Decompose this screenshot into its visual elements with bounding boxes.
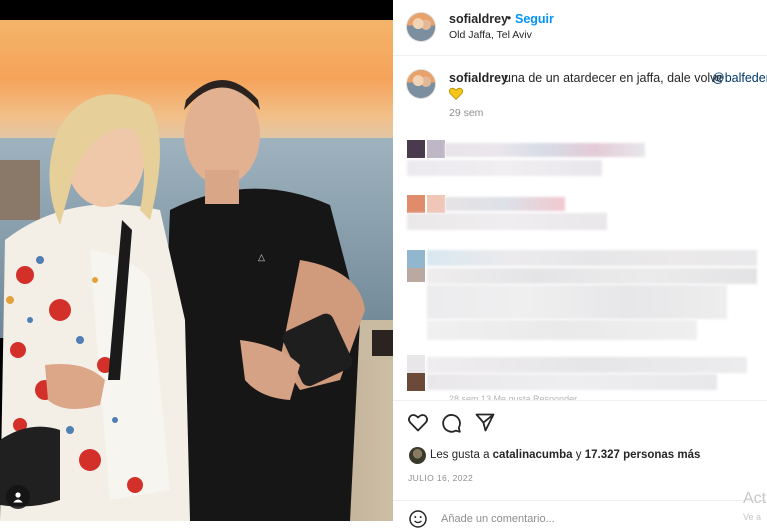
post-header: sofialdrey • Seguir Old Jaffa, Tel Aviv [393, 0, 767, 56]
pixel-block [407, 268, 425, 282]
pixelated-comment-text [427, 268, 757, 284]
comment-input[interactable]: Añade un comentario... [441, 513, 555, 525]
post-photo-pane: △ [0, 0, 393, 521]
pixelated-comment-text [427, 250, 757, 266]
caption-avatar[interactable] [407, 70, 435, 98]
svg-text:△: △ [258, 252, 265, 262]
comment-avatar[interactable] [407, 140, 425, 158]
pixelated-comment-text [445, 143, 645, 157]
author-username[interactable]: sofialdrey [449, 12, 508, 26]
comment-avatar[interactable] [407, 373, 425, 391]
post-side-panel: sofialdrey • Seguir Old Jaffa, Tel Aviv … [393, 0, 767, 528]
pixel-block [427, 140, 445, 158]
heart-icon[interactable] [408, 413, 428, 432]
post-photo-image: △ [0, 20, 393, 521]
follow-button[interactable]: Seguir [515, 12, 554, 26]
emoji-icon[interactable] [409, 510, 427, 528]
post-actions: Les gusta a catalinacumba y 17.327 perso… [393, 400, 767, 501]
comment-meta-partial: 28 sem 13 Me gusta Responder [449, 394, 578, 400]
comment-input-bar: Añade un comentario... Act Ve a [393, 490, 767, 528]
pixelated-comment-text [427, 357, 747, 373]
liker-username[interactable]: catalinacumba [493, 449, 573, 461]
likes-middle: y [572, 449, 585, 461]
liker-avatar[interactable] [409, 447, 426, 464]
pixel-block [407, 355, 425, 373]
separator-dot: • [507, 11, 512, 25]
caption-mention-link[interactable]: @balfeder [712, 71, 767, 85]
photo-top-bar [0, 0, 393, 20]
pixelated-comment-text [427, 285, 727, 319]
post-date: JULIO 16, 2022 [408, 473, 474, 483]
pixelated-comment-text [407, 213, 607, 230]
comment-avatar[interactable] [407, 250, 425, 268]
pixelated-comment-text [445, 197, 565, 211]
yellow-heart-icon [449, 87, 463, 100]
comment-icon[interactable] [441, 413, 461, 433]
user-icon [13, 492, 23, 503]
post-photo[interactable]: △ [0, 20, 393, 521]
caption-text: una de un atardecer en jaffa, dale volve [504, 71, 724, 85]
pixelated-comment-text [427, 374, 717, 390]
likes-prefix: Les gusta a [430, 449, 493, 461]
pixelated-comment-text [427, 320, 697, 340]
pixelated-comment-text [407, 160, 602, 176]
activate-windows-watermark: Act [743, 490, 767, 507]
tagged-users-button[interactable] [6, 485, 30, 509]
caption-timestamp: 29 sem [449, 107, 484, 119]
author-avatar[interactable] [407, 13, 435, 41]
pixel-block [427, 195, 445, 213]
caption-username[interactable]: sofialdrey [449, 71, 508, 85]
send-icon[interactable] [475, 413, 495, 432]
likes-summary[interactable]: Les gusta a catalinacumba y 17.327 perso… [430, 449, 700, 461]
comment-avatar[interactable] [407, 195, 425, 213]
post-location[interactable]: Old Jaffa, Tel Aviv [449, 29, 532, 41]
likes-count[interactable]: 17.327 personas más [585, 449, 701, 461]
